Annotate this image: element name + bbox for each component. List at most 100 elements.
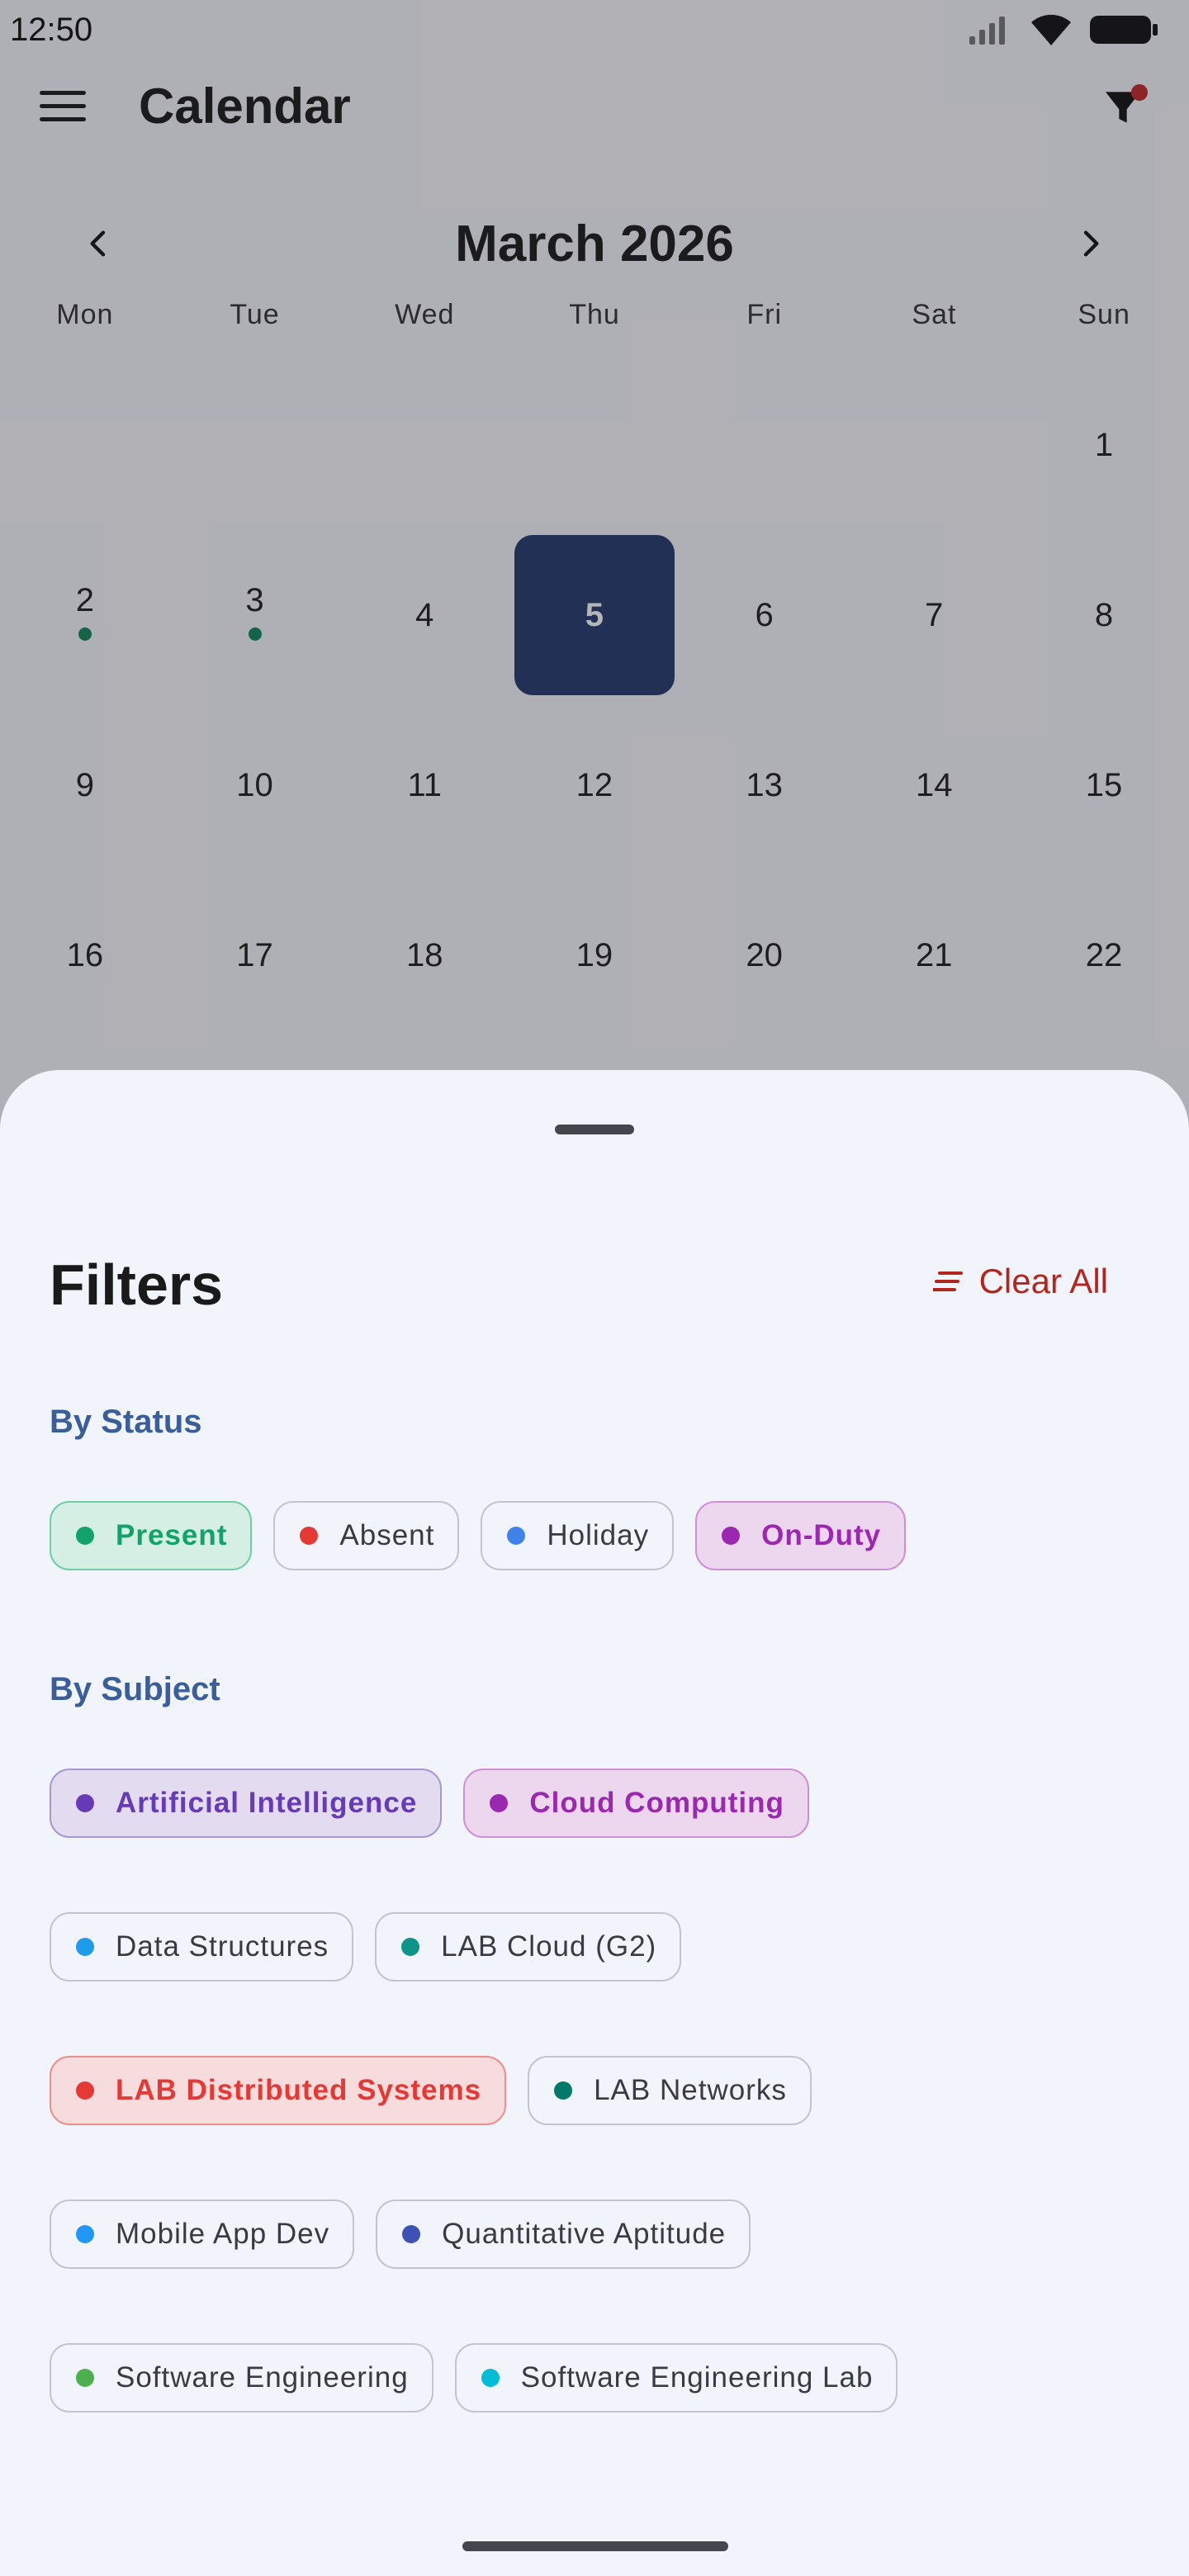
day-cell[interactable]: 4 — [339, 530, 509, 700]
color-dot-icon — [507, 1527, 526, 1545]
app-bar: Calendar — [0, 59, 1189, 152]
subject-chip-row: Artificial Intelligence Cloud Computing — [50, 1769, 809, 1838]
home-indicator[interactable] — [462, 2541, 728, 2551]
chip-label: Mobile App Dev — [116, 2218, 330, 2250]
clear-all-button[interactable]: Clear All — [932, 1262, 1108, 1301]
filter-chip[interactable]: Mobile App Dev — [50, 2200, 355, 2269]
day-cell[interactable]: 20 — [680, 870, 850, 1040]
day-cell[interactable]: 21 — [849, 870, 1019, 1040]
day-cell[interactable]: 13 — [680, 700, 850, 870]
day-cell[interactable]: 11 — [339, 700, 509, 870]
day-cell[interactable]: 10 — [170, 700, 340, 870]
day-number: 3 — [245, 581, 264, 618]
color-dot-icon — [401, 1938, 420, 1956]
day-cell[interactable]: 22 — [1019, 870, 1189, 1040]
empty-day-cell — [680, 360, 850, 530]
chevron-left-icon — [90, 230, 106, 257]
filter-chip[interactable]: Data Structures — [50, 1912, 354, 1982]
color-dot-icon — [76, 1527, 94, 1545]
day-cell[interactable]: 6 — [680, 530, 850, 700]
day-number: 12 — [576, 766, 613, 803]
status-chip-row: Present Absent Holiday On-Duty — [50, 1501, 907, 1570]
filter-chip[interactable]: Software Engineering — [50, 2343, 433, 2413]
filters-bottom-sheet: Filters Clear All By Status Present Absen… — [0, 1070, 1189, 2576]
day-number: 8 — [1094, 596, 1114, 633]
status-bar: 12:50 — [0, 0, 1189, 59]
weekday-label: Sat — [912, 299, 957, 330]
filter-chip[interactable]: LAB Networks — [528, 2056, 812, 2125]
day-number: 1 — [1094, 426, 1114, 463]
empty-day-cell — [0, 360, 170, 530]
chip-label: Absent — [339, 1519, 435, 1551]
day-cell[interactable]: 17 — [170, 870, 340, 1040]
filter-chip[interactable]: Software Engineering Lab — [454, 2343, 898, 2413]
subject-chip-row: Software Engineering Software Engineering… — [50, 2343, 898, 2413]
day-cell[interactable]: 16 — [0, 870, 170, 1040]
chip-label: Data Structures — [116, 1930, 329, 1963]
month-header: March 2026 — [0, 198, 1189, 289]
day-number: 20 — [746, 936, 783, 973]
day-number: 18 — [405, 936, 443, 973]
filter-chip[interactable]: Cloud Computing — [463, 1769, 809, 1838]
day-cell[interactable]: 15 — [1019, 700, 1189, 870]
day-cell[interactable]: 12 — [509, 700, 680, 870]
empty-day-cell — [849, 360, 1019, 530]
day-number: 10 — [236, 766, 273, 803]
day-number: 6 — [755, 596, 774, 633]
chip-label: Artificial Intelligence — [116, 1787, 418, 1819]
day-number: 9 — [75, 766, 94, 803]
chip-label: LAB Distributed Systems — [116, 2074, 482, 2106]
filter-chip[interactable]: Present — [50, 1501, 253, 1570]
filter-chip[interactable]: On-Duty — [695, 1501, 907, 1570]
filter-chip[interactable]: Absent — [273, 1501, 460, 1570]
weekday-header: Mon Tue Wed Thu Fri Sat Sun — [0, 299, 1189, 331]
day-number: 13 — [746, 766, 783, 803]
day-cell[interactable]: 14 — [849, 700, 1019, 870]
color-dot-icon — [76, 2081, 94, 2100]
day-number: 21 — [916, 936, 953, 973]
chip-label: Quantitative Aptitude — [442, 2218, 727, 2250]
filter-chip[interactable]: Quantitative Aptitude — [376, 2200, 751, 2269]
attendance-dot — [78, 627, 92, 641]
filter-chip[interactable]: LAB Cloud (G2) — [375, 1912, 682, 1982]
color-dot-icon — [490, 1794, 509, 1812]
day-number: 11 — [407, 766, 442, 803]
day-cell[interactable]: 1 — [1019, 360, 1189, 530]
subject-chip-row: Data Structures LAB Cloud (G2) — [50, 1912, 682, 1982]
previous-month-button[interactable] — [66, 211, 132, 277]
empty-day-cell — [339, 360, 509, 530]
day-cell[interactable]: 3 — [170, 530, 340, 700]
day-cell[interactable]: 18 — [339, 870, 509, 1040]
color-dot-icon — [300, 1527, 319, 1545]
calendar-grid: 1 2 3 4 5 6 7 8 9 10 11 12 13 14 15 16 17 18 19 20 21 22 — [0, 360, 1189, 1040]
color-dot-icon — [76, 1938, 94, 1956]
selected-day-cell[interactable]: 5 — [509, 530, 680, 700]
day-number: 19 — [576, 936, 613, 973]
clear-filter-icon — [932, 1271, 963, 1291]
day-cell[interactable]: 9 — [0, 700, 170, 870]
menu-icon[interactable] — [40, 76, 99, 135]
day-cell[interactable]: 2 — [0, 530, 170, 700]
day-number: 4 — [415, 596, 434, 633]
filter-button[interactable] — [1090, 74, 1156, 140]
chip-label: On-Duty — [761, 1519, 882, 1551]
filter-chip[interactable]: Holiday — [481, 1501, 675, 1570]
color-dot-icon — [481, 2369, 500, 2387]
wifi-icon — [1031, 14, 1071, 45]
status-icons — [968, 12, 1159, 47]
battery-icon — [1090, 16, 1158, 44]
day-cell[interactable]: 7 — [849, 530, 1019, 700]
drag-handle[interactable] — [555, 1125, 634, 1134]
day-cell[interactable]: 8 — [1019, 530, 1189, 700]
chip-label: LAB Networks — [594, 2074, 787, 2106]
signal-icon — [969, 17, 1005, 45]
calendar-screen: 12:50 Calendar March 2026 Mon Tue Wed Th… — [0, 0, 1189, 2576]
day-cell[interactable]: 19 — [509, 870, 680, 1040]
filter-chip[interactable]: Artificial Intelligence — [50, 1769, 443, 1838]
filter-active-badge — [1131, 84, 1148, 101]
day-number: 17 — [236, 936, 273, 973]
chip-label: Present — [116, 1519, 228, 1551]
color-dot-icon — [722, 1527, 741, 1545]
next-month-button[interactable] — [1057, 211, 1123, 277]
filter-chip[interactable]: LAB Distributed Systems — [50, 2056, 507, 2125]
